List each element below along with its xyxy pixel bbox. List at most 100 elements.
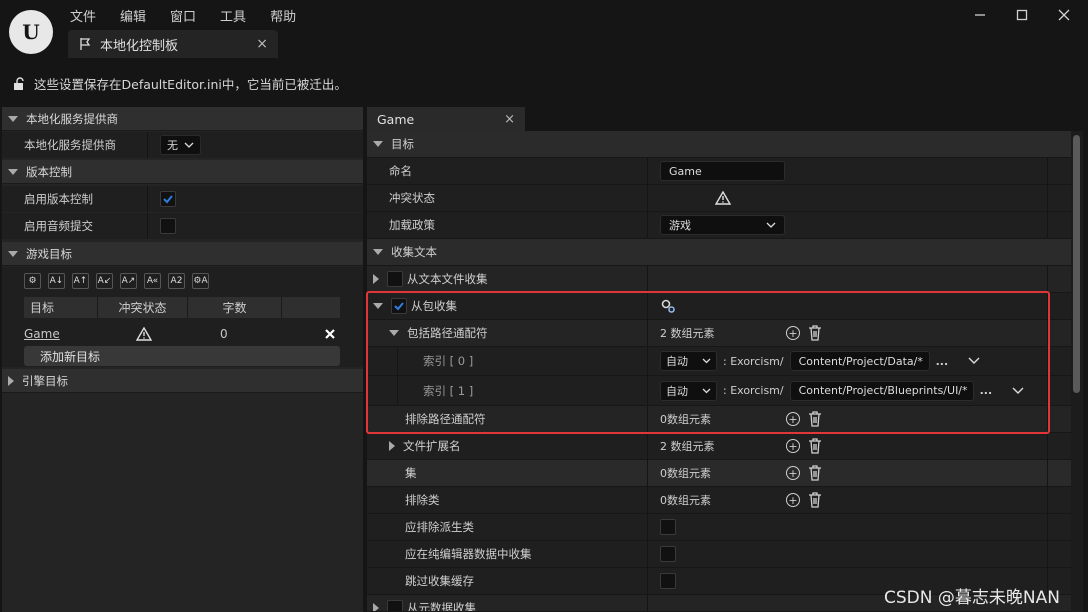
import-dialogue-icon[interactable]: A↙ (96, 273, 113, 289)
add-new-target-button[interactable]: 添加新目标 (24, 346, 340, 366)
collections-count: 0数组元素 (660, 467, 711, 480)
section-provider[interactable]: 本地化服务提供商 (2, 107, 363, 131)
gather-text-icon[interactable]: ⚙ (24, 273, 41, 289)
conflict-row: 冲突状态 (367, 185, 1071, 212)
tab-game-label: Game (377, 111, 415, 127)
col-target[interactable]: 目标 (24, 297, 98, 318)
scrollbar-thumb[interactable] (1073, 135, 1080, 393)
collapse-arrow-icon (373, 141, 383, 147)
add-element-icon[interactable]: + (786, 466, 800, 480)
file-extensions-label: 文件扩展名 (403, 439, 461, 453)
expand-arrow-icon[interactable] (373, 603, 379, 611)
add-element-icon[interactable]: + (786, 439, 800, 453)
exclude-derived-checkbox[interactable] (660, 519, 676, 535)
delete-target-icon[interactable] (324, 328, 336, 340)
exclude-classes-label: 排除类 (405, 493, 440, 507)
targets-table-header: 目标 冲突状态 字数 (24, 297, 340, 318)
col-wordcount[interactable]: 字数 (188, 297, 282, 318)
collections-label: 集 (405, 466, 417, 480)
collections-row: 集 0数组元素 + (367, 460, 1071, 487)
export-dialogue-icon[interactable]: A↗ (120, 273, 137, 289)
trash-icon[interactable] (808, 465, 822, 481)
import-text-icon[interactable]: A↓ (48, 273, 65, 289)
enable-vcs-row: 启用版本控制 (2, 186, 363, 212)
file-extensions-row: 文件扩展名 2 数组元素 + (367, 433, 1071, 460)
skip-cache-label: 跳过收集缓存 (405, 574, 474, 588)
from-metadata-checkbox[interactable] (387, 600, 403, 611)
from-text-files-label: 从文本文件收集 (407, 272, 488, 286)
auto-submit-label: 启用音频提交 (24, 219, 93, 233)
menu-bar: 文件 编辑 窗口 工具 帮助 (70, 6, 296, 25)
menu-file[interactable]: 文件 (70, 6, 96, 25)
count-words-icon[interactable]: A2 (168, 273, 185, 289)
expand-arrow-icon[interactable] (373, 274, 379, 284)
import-script-icon[interactable]: A« (144, 273, 161, 289)
section-title: 本地化服务提供商 (26, 111, 118, 126)
warning-icon (136, 327, 152, 341)
section-game-targets[interactable]: 游戏目标 (2, 242, 363, 266)
menu-window[interactable]: 窗口 (170, 6, 196, 25)
load-policy-dropdown[interactable]: 游戏 (660, 215, 785, 235)
highlight-box (366, 291, 1050, 434)
target-word-count: 0 (220, 327, 228, 341)
section-engine-targets[interactable]: 引擎目标 (2, 369, 363, 393)
close-icon (1058, 9, 1070, 21)
provider-label: 本地化服务提供商 (24, 138, 116, 152)
enable-vcs-checkbox[interactable] (160, 191, 176, 207)
warning-icon (715, 191, 731, 205)
close-window-button[interactable] (1050, 4, 1078, 26)
minimize-icon (975, 14, 985, 16)
tab-close-icon[interactable]: × (504, 112, 515, 127)
editor-only-checkbox[interactable] (660, 546, 676, 562)
compile-text-icon[interactable]: ⚙A (192, 273, 209, 289)
menu-edit[interactable]: 编辑 (120, 6, 146, 25)
enable-vcs-label: 启用版本控制 (24, 192, 93, 206)
collapse-arrow-icon (8, 250, 18, 257)
target-row-game[interactable]: Game 0 (24, 324, 340, 344)
provider-row: 本地化服务提供商 无 (2, 132, 363, 158)
conflict-label: 冲突状态 (389, 191, 435, 205)
section-target[interactable]: 目标 (367, 131, 1071, 158)
from-text-files-checkbox[interactable] (387, 271, 403, 287)
trash-icon[interactable] (808, 492, 822, 508)
provider-value: 无 (167, 139, 178, 152)
tab-label: 本地化控制板 (100, 38, 179, 54)
load-policy-value: 游戏 (669, 219, 691, 232)
load-policy-row: 加载政策 游戏 (367, 212, 1071, 239)
expand-arrow-icon[interactable] (389, 441, 395, 451)
maximize-button[interactable] (1008, 4, 1036, 26)
export-text-icon[interactable]: A↑ (72, 273, 89, 289)
file-extensions-count: 2 数组元素 (660, 440, 715, 453)
trash-icon[interactable] (808, 438, 822, 454)
col-conflict[interactable]: 冲突状态 (98, 297, 188, 318)
expand-arrow-icon (8, 375, 14, 386)
unreal-logo[interactable]: U (9, 10, 53, 54)
menu-tools[interactable]: 工具 (220, 6, 246, 25)
exclude-classes-row: 排除类 0数组元素 + (367, 487, 1071, 514)
section-version-control[interactable]: 版本控制 (2, 160, 363, 184)
auto-submit-checkbox[interactable] (160, 218, 176, 234)
editor-only-label: 应在纯编辑器数据中收集 (405, 547, 532, 561)
localization-dashboard-window: U 文件 编辑 窗口 工具 帮助 本地化控制板 × 这些设置保存在Default… (0, 0, 1088, 612)
targets-toolbar: ⚙ A↓ A↑ A↙ A↗ A« A2 ⚙A (24, 273, 209, 289)
chevron-down-icon (766, 222, 776, 228)
tab-game[interactable]: Game × (367, 107, 525, 131)
skip-cache-checkbox[interactable] (660, 573, 676, 589)
minimize-button[interactable] (966, 4, 994, 26)
add-element-icon[interactable]: + (786, 493, 800, 507)
name-field[interactable]: Game (660, 161, 785, 181)
load-policy-label: 加载政策 (389, 218, 435, 232)
tab-localization-dashboard[interactable]: 本地化控制板 × (68, 30, 278, 58)
name-row: 命名 Game (367, 158, 1071, 185)
editor-only-row: 应在纯编辑器数据中收集 (367, 541, 1071, 568)
section-title: 版本控制 (26, 164, 72, 179)
watermark: CSDN @暮志未晚NAN (884, 588, 1060, 608)
from-metadata-label: 从元数据收集 (407, 601, 476, 612)
target-name[interactable]: Game (24, 327, 114, 341)
tab-close-icon[interactable]: × (256, 36, 268, 52)
section-title: 目标 (391, 137, 414, 151)
menu-help[interactable]: 帮助 (270, 6, 296, 25)
section-gather-text[interactable]: 收集文本 (367, 239, 1071, 266)
provider-dropdown[interactable]: 无 (160, 135, 201, 155)
settings-panel: 本地化服务提供商 本地化服务提供商 无 版本控制 启用版本控制 启用音频提交 游… (2, 107, 363, 612)
